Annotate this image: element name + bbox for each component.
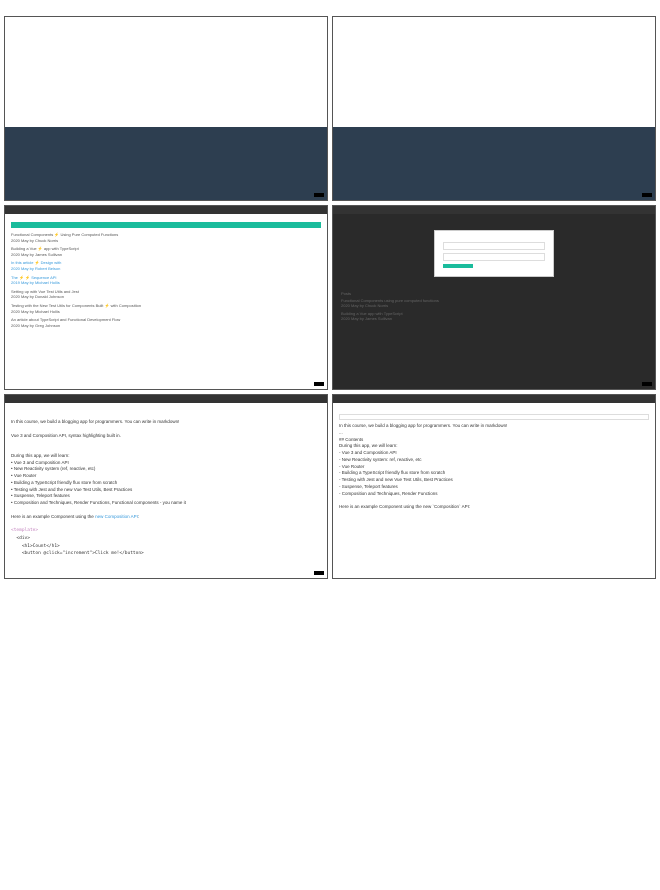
browser-chrome — [5, 206, 327, 214]
browser-chrome — [333, 206, 655, 214]
timestamp — [314, 571, 324, 575]
timestamp — [314, 193, 324, 197]
metadata-header — [0, 0, 660, 16]
post-list: Functional Components ⚡ Using Pure Compu… — [11, 232, 321, 328]
posts-banner — [11, 222, 321, 228]
article-body: In this course, we build a blogging app … — [11, 419, 321, 558]
markdown-source: In this course, we build a blogging app … — [339, 423, 649, 511]
dimmed-content: Posts Functional Components using pure c… — [337, 287, 651, 325]
timestamp — [642, 193, 652, 197]
thumbnail-4: Posts Functional Components using pure c… — [332, 205, 656, 390]
thumbnail-2 — [332, 16, 656, 201]
thumbnail-grid: Functional Components ⚡ Using Pure Compu… — [0, 16, 660, 579]
timestamp — [314, 382, 324, 386]
browser-chrome — [333, 395, 655, 403]
thumbnail-6: In this course, we build a blogging app … — [332, 394, 656, 579]
login-modal — [434, 230, 554, 277]
thumbnail-3: Functional Components ⚡ Using Pure Compu… — [4, 205, 328, 390]
title-input — [339, 414, 649, 420]
submit-button — [443, 264, 473, 268]
timestamp — [642, 382, 652, 386]
browser-chrome — [5, 395, 327, 403]
username-input — [443, 242, 545, 250]
thumbnail-5: In this course, we build a blogging app … — [4, 394, 328, 579]
password-input — [443, 253, 545, 261]
thumbnail-1 — [4, 16, 328, 201]
